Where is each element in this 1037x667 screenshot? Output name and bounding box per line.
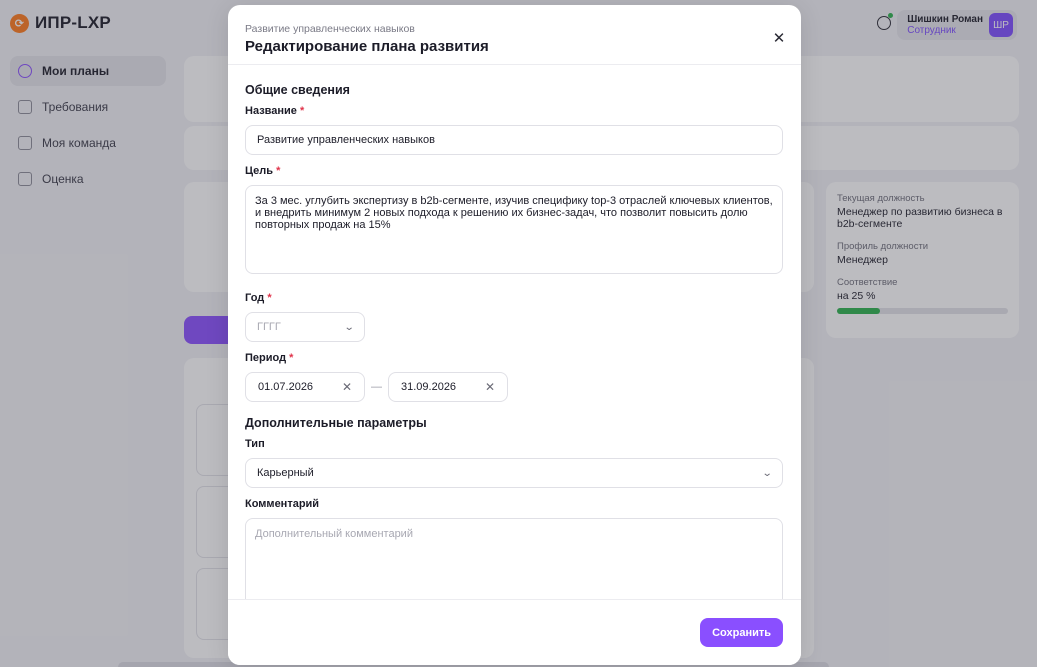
name-label: Название *	[245, 105, 783, 117]
comment-textarea[interactable]: Дополнительный комментарий	[245, 518, 783, 599]
chevron-down-icon: ⌄	[761, 467, 773, 479]
modal-subtitle: Развитие управленческих навыков	[245, 23, 415, 35]
comment-label: Комментарий	[245, 498, 320, 510]
period-row: 01.07.2026 ✕ — 31.09.2026 ✕	[245, 372, 783, 402]
goal-label: Цель *	[245, 165, 783, 177]
period-end-value: 31.09.2026	[401, 381, 457, 393]
save-button[interactable]: Сохранить	[700, 618, 783, 647]
year-label-text: Год	[245, 292, 265, 304]
clear-icon[interactable]: ✕	[485, 380, 495, 394]
goal-label-text: Цель	[245, 165, 274, 177]
period-end-field[interactable]: 31.09.2026 ✕	[388, 372, 508, 402]
type-label: Тип	[245, 438, 265, 450]
name-field[interactable]: Развитие управленческих навыков	[245, 125, 783, 155]
year-placeholder: ГГГГ	[257, 321, 281, 333]
extra-section-title: Дополнительные параметры	[245, 416, 427, 430]
modal-title: Редактирование плана развития	[245, 38, 489, 55]
year-select[interactable]: ГГГГ ⌄	[245, 312, 365, 342]
required-mark: *	[267, 292, 272, 304]
period-label-text: Период	[245, 352, 287, 364]
required-mark: *	[300, 105, 305, 117]
chevron-down-icon: ⌄	[343, 321, 355, 333]
type-select[interactable]: Карьерный ⌄	[245, 458, 783, 488]
required-mark: *	[289, 352, 294, 364]
edit-plan-modal: Развитие управленческих навыков Редактир…	[228, 5, 801, 665]
modal-body[interactable]: Общие сведения Название * Развитие управ…	[228, 66, 801, 599]
period-start-field[interactable]: 01.07.2026 ✕	[245, 372, 365, 402]
type-value: Карьерный	[257, 467, 314, 479]
modal-header: Развитие управленческих навыков Редактир…	[228, 5, 801, 65]
clear-icon[interactable]: ✕	[342, 380, 352, 394]
period-start-value: 01.07.2026	[258, 381, 314, 393]
required-mark: *	[276, 165, 281, 177]
goal-textarea[interactable]: За 3 мес. углубить экспертизу в b2b-сегм…	[245, 185, 783, 274]
close-icon[interactable]: ✕	[771, 30, 787, 47]
period-label: Период *	[245, 352, 783, 364]
period-separator: —	[371, 381, 382, 393]
general-section-title: Общие сведения	[245, 83, 350, 97]
year-label: Год *	[245, 292, 783, 304]
modal-footer: Сохранить	[228, 599, 801, 665]
name-label-text: Название	[245, 105, 297, 117]
